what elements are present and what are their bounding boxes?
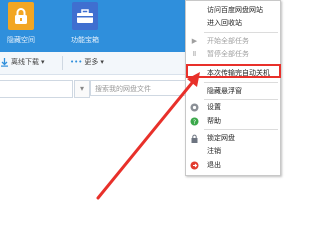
annotation-arrow (96, 72, 200, 200)
